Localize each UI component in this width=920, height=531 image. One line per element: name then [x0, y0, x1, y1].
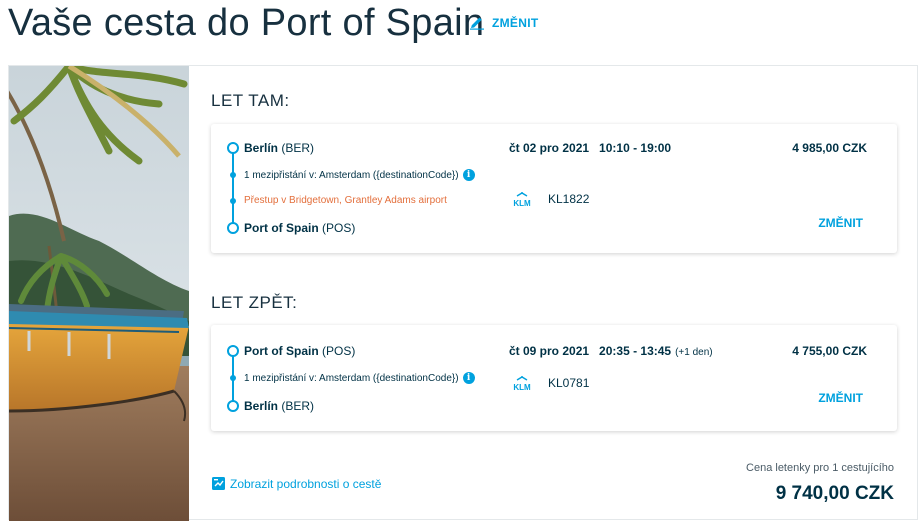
- return-stop-text: 1 mezipřistání v: Amsterdam ({destinatio…: [244, 372, 459, 384]
- outbound-flight-card: Berlín (BER) 1 mezipřistání v: Amsterdam…: [211, 124, 897, 253]
- outbound-timeline: [232, 150, 234, 228]
- return-origin-marker: [227, 345, 239, 357]
- outbound-flight-number: KL1822: [548, 192, 590, 206]
- outbound-transfer: Přestup v Bridgetown, Grantley Adams air…: [244, 195, 447, 206]
- outbound-stop: 1 mezipřistání v: Amsterdam ({destinatio…: [244, 169, 475, 181]
- outbound-section-label: LET TAM:: [211, 91, 290, 110]
- return-destination-marker: [227, 400, 239, 412]
- trip-details-link[interactable]: Zobrazit podrobnosti o cestě: [211, 476, 381, 491]
- trip-summary-card: LET TAM: Berlín (BER) 1 mezipřistání v: …: [8, 65, 918, 521]
- return-flight-card: Port of Spain (POS) 1 mezipřistání v: Am…: [211, 325, 897, 431]
- outbound-origin-city: Berlín: [244, 141, 279, 155]
- outbound-destination-marker: [227, 222, 239, 234]
- return-destination-code: (BER): [281, 399, 315, 413]
- itinerary-icon: [212, 477, 225, 490]
- info-icon[interactable]: i: [462, 169, 475, 181]
- pencil-icon: [470, 17, 484, 30]
- outbound-destination: Port of Spain (POS): [244, 221, 355, 235]
- total-price-value: 9 740,00 CZK: [775, 483, 894, 504]
- outbound-destination-code: (POS): [322, 221, 356, 235]
- return-origin-code: (POS): [322, 344, 356, 358]
- return-date: čt 09 pro 2021: [509, 344, 590, 358]
- outbound-time: 10:10 - 19:00: [599, 141, 672, 155]
- klm-logo: KLM: [513, 192, 531, 208]
- outbound-origin: Berlín (BER): [244, 141, 314, 155]
- return-stop: 1 mezipřistání v: Amsterdam ({destinatio…: [244, 372, 475, 384]
- return-section-label: LET ZPĚT:: [211, 293, 298, 312]
- outbound-stop-marker: [230, 172, 236, 178]
- total-price-label: Cena letenky pro 1 cestujícího: [746, 462, 894, 474]
- return-flight-number: KL0781: [548, 376, 590, 390]
- outbound-date-time: čt 02 pro 2021 10:10 - 19:00: [509, 141, 671, 155]
- return-change-button[interactable]: ZMĚNIT: [818, 391, 863, 405]
- outbound-origin-marker: [227, 142, 239, 154]
- return-origin: Port of Spain (POS): [244, 344, 355, 358]
- info-icon[interactable]: i: [462, 372, 475, 384]
- return-date-time: čt 09 pro 2021 20:35 - 13:45 (+1 den): [509, 344, 713, 358]
- outbound-change-button[interactable]: ZMĚNIT: [818, 216, 863, 230]
- return-destination-city: Berlín: [244, 399, 279, 413]
- return-origin-city: Port of Spain: [244, 344, 319, 358]
- edit-trip-button[interactable]: ZMĚNIT: [468, 16, 538, 30]
- airline-name: KLM: [513, 383, 531, 392]
- outbound-date: čt 02 pro 2021: [509, 141, 590, 155]
- outbound-transfer-marker: [230, 198, 236, 204]
- outbound-destination-city: Port of Spain: [244, 221, 319, 235]
- trip-details-label: Zobrazit podrobnosti o cestě: [230, 476, 382, 491]
- edit-trip-label: ZMĚNIT: [492, 16, 539, 30]
- return-destination: Berlín (BER): [244, 399, 314, 413]
- klm-logo: KLM: [513, 376, 531, 392]
- return-price: 4 755,00 CZK: [792, 344, 867, 358]
- return-stop-marker: [230, 375, 236, 381]
- airline-name: KLM: [513, 199, 531, 208]
- return-time: 20:35 - 13:45: [599, 344, 672, 358]
- outbound-origin-code: (BER): [281, 141, 315, 155]
- beach-photo: [9, 66, 189, 521]
- page-title: Vaše cesta do Port of Spain: [8, 2, 485, 44]
- outbound-price: 4 985,00 CZK: [792, 141, 867, 155]
- return-plus-day: (+1 den): [675, 347, 713, 358]
- outbound-stop-text: 1 mezipřistání v: Amsterdam ({destinatio…: [244, 169, 459, 181]
